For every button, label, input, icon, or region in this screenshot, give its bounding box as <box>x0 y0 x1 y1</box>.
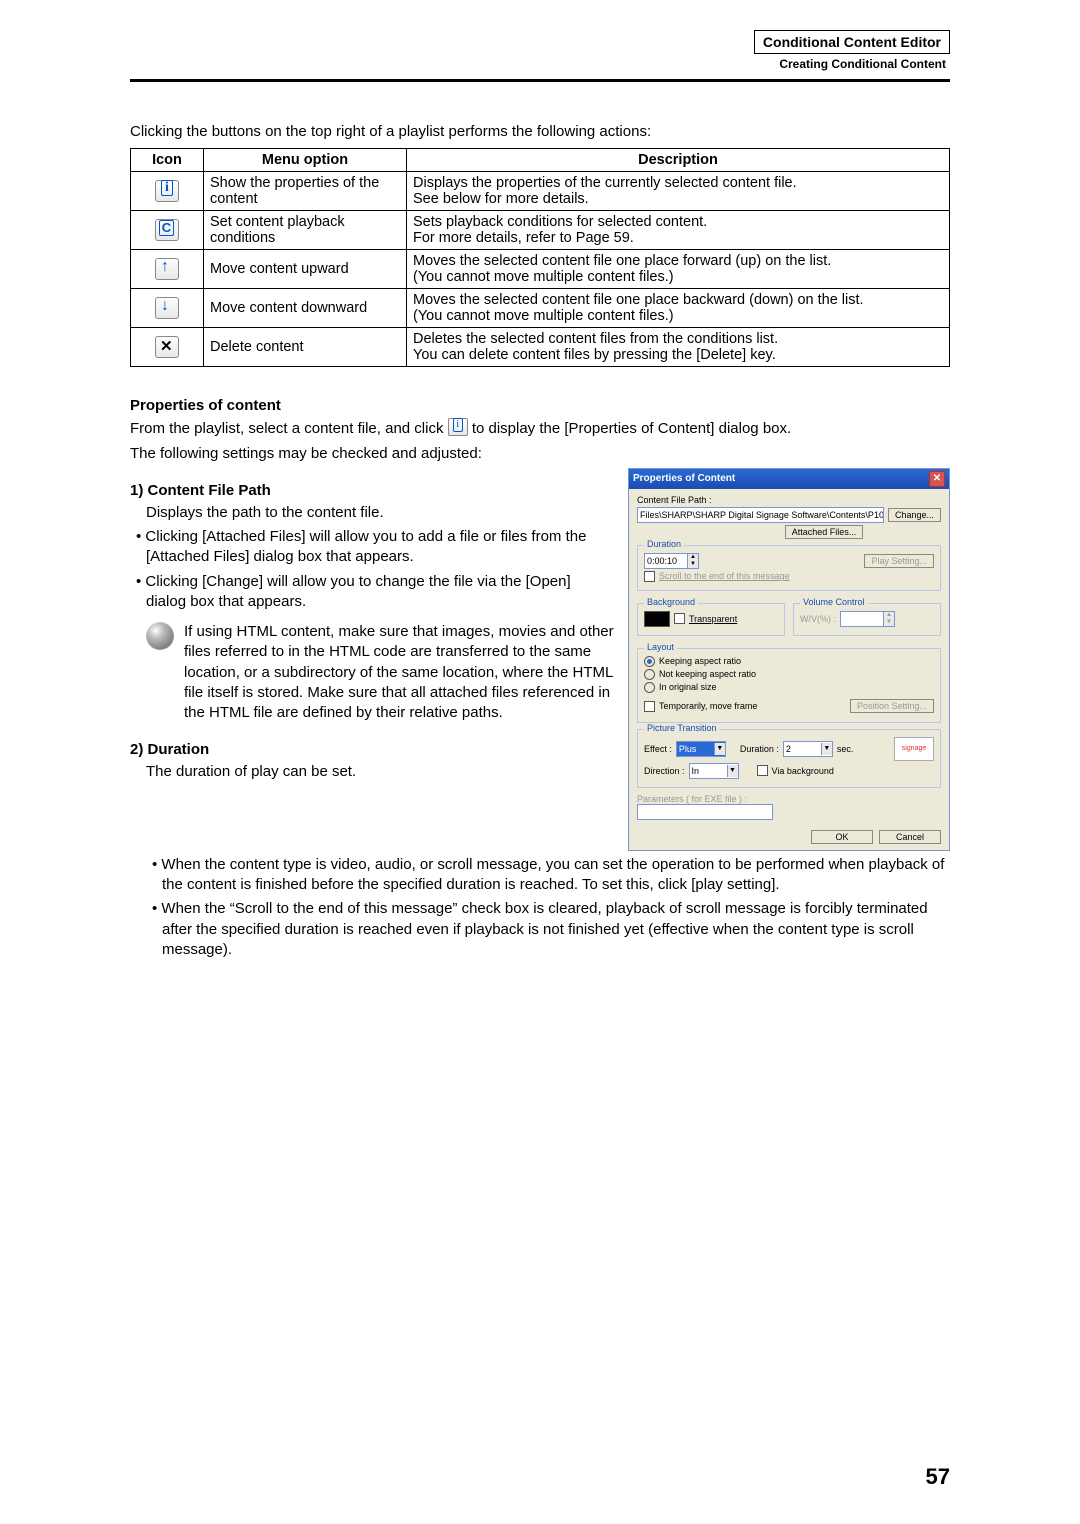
effect-label: Effect : <box>644 744 672 754</box>
trans-duration-select[interactable]: 2▼ <box>783 741 833 757</box>
th-desc: Description <box>407 149 950 172</box>
actions-table: Icon Menu option Description Show the pr… <box>130 148 950 367</box>
menu-option: Move content upward <box>204 250 407 289</box>
trans-duration-label: Duration : <box>740 744 779 754</box>
menu-option: Delete content <box>204 328 407 367</box>
menu-desc: Sets playback conditions for selected co… <box>407 211 950 250</box>
header-section-title: Conditional Content Editor <box>754 30 950 54</box>
direction-select[interactable]: In▼ <box>689 763 739 779</box>
properties-p1b: to display the [Properties of Content] d… <box>472 420 791 437</box>
background-swatch[interactable] <box>644 611 670 627</box>
direction-label: Direction : <box>644 766 685 776</box>
duration-spinner[interactable]: 0:00:10 ▲▼ <box>644 553 699 569</box>
sec-label: sec. <box>837 744 854 754</box>
trans-duration-value: 2 <box>786 742 791 756</box>
close-icon[interactable]: ✕ <box>929 471 945 487</box>
move-frame-label: Temporarily, move frame <box>659 701 757 711</box>
conditions-icon <box>155 219 179 241</box>
cfp-note: If using HTML content, make sure that im… <box>184 622 614 723</box>
dur-heading: 2) Duration <box>130 741 614 758</box>
page-number: 57 <box>926 1464 950 1490</box>
transparent-label: Transparent <box>689 614 737 624</box>
delete-icon <box>155 336 179 358</box>
header-section-subtitle: Creating Conditional Content <box>130 57 950 71</box>
scroll-checkbox[interactable] <box>644 571 655 582</box>
radio-keep-aspect[interactable] <box>644 656 655 667</box>
layout-legend: Layout <box>644 642 677 652</box>
cancel-button[interactable]: Cancel <box>879 830 941 844</box>
radio-label: Not keeping aspect ratio <box>659 669 756 679</box>
properties-p1: From the playlist, select a content file… <box>130 418 950 439</box>
via-background-label: Via background <box>772 766 834 776</box>
cfp-heading: 1) Content File Path <box>130 482 614 499</box>
radio-label: In original size <box>659 682 717 692</box>
effect-value: Plus <box>679 742 697 756</box>
properties-dialog: Properties of Content ✕ Content File Pat… <box>628 468 950 851</box>
th-menu: Menu option <box>204 149 407 172</box>
cfp-b2: Clicking [Change] will allow you to chan… <box>146 572 614 613</box>
dur-b2: When the “Scroll to the end of this mess… <box>162 899 950 960</box>
cfp-p1: Displays the path to the content file. <box>146 503 614 523</box>
attached-files-button[interactable]: Attached Files... <box>785 525 864 539</box>
arrow-down-icon <box>155 297 179 319</box>
dialog-title: Properties of Content <box>633 473 735 484</box>
info-icon <box>155 180 179 202</box>
menu-option: Set content playback conditions <box>204 211 407 250</box>
transition-legend: Picture Transition <box>644 723 720 733</box>
radio-label: Keeping aspect ratio <box>659 656 741 666</box>
path-input[interactable]: Files\SHARP\SHARP Digital Signage Softwa… <box>637 507 884 523</box>
menu-desc: Displays the properties of the currently… <box>407 172 950 211</box>
path-label: Content File Path : <box>637 495 941 505</box>
menu-desc: Deletes the selected content files from … <box>407 328 950 367</box>
change-button[interactable]: Change... <box>888 508 941 522</box>
position-setting-button[interactable]: Position Setting... <box>850 699 934 713</box>
params-input[interactable] <box>637 804 773 820</box>
properties-p2: The following settings may be checked an… <box>130 444 950 464</box>
play-setting-button[interactable]: Play Setting... <box>864 554 934 568</box>
th-icon: Icon <box>131 149 204 172</box>
move-frame-checkbox[interactable] <box>644 701 655 712</box>
background-legend: Background <box>644 597 698 607</box>
effect-select[interactable]: Plus▼ <box>676 741 726 757</box>
dur-b1: When the content type is video, audio, o… <box>162 855 950 896</box>
menu-desc: Moves the selected content file one plac… <box>407 289 950 328</box>
menu-option: Show the properties of the content <box>204 172 407 211</box>
menu-option: Move content downward <box>204 289 407 328</box>
duration-legend: Duration <box>644 539 684 549</box>
via-background-checkbox[interactable] <box>757 765 768 776</box>
ok-button[interactable]: OK <box>811 830 873 844</box>
scroll-label: Scroll to the end of this message <box>659 571 790 581</box>
cfp-b1: Clicking [Attached Files] will allow you… <box>146 527 614 568</box>
properties-heading: Properties of content <box>130 397 950 414</box>
radio-not-keep-aspect[interactable] <box>644 669 655 680</box>
note-icon <box>146 622 174 650</box>
volume-legend: Volume Control <box>800 597 868 607</box>
dur-p1: The duration of play can be set. <box>146 762 614 782</box>
properties-p1a: From the playlist, select a content file… <box>130 420 448 437</box>
radio-original-size[interactable] <box>644 682 655 693</box>
info-icon <box>448 418 468 436</box>
header-rule <box>130 79 950 82</box>
volume-spinner[interactable]: ▲▼ <box>840 611 895 627</box>
intro-text: Clicking the buttons on the top right of… <box>130 122 950 142</box>
menu-desc: Moves the selected content file one plac… <box>407 250 950 289</box>
signage-logo: signage <box>894 737 934 761</box>
duration-value: 0:00:10 <box>644 553 688 569</box>
direction-value: In <box>692 764 700 778</box>
params-label: Parameters ( for EXE file ) : <box>637 794 941 804</box>
arrow-up-icon <box>155 258 179 280</box>
volume-label: W/V(%) : <box>800 614 836 624</box>
transparent-checkbox[interactable] <box>674 613 685 624</box>
